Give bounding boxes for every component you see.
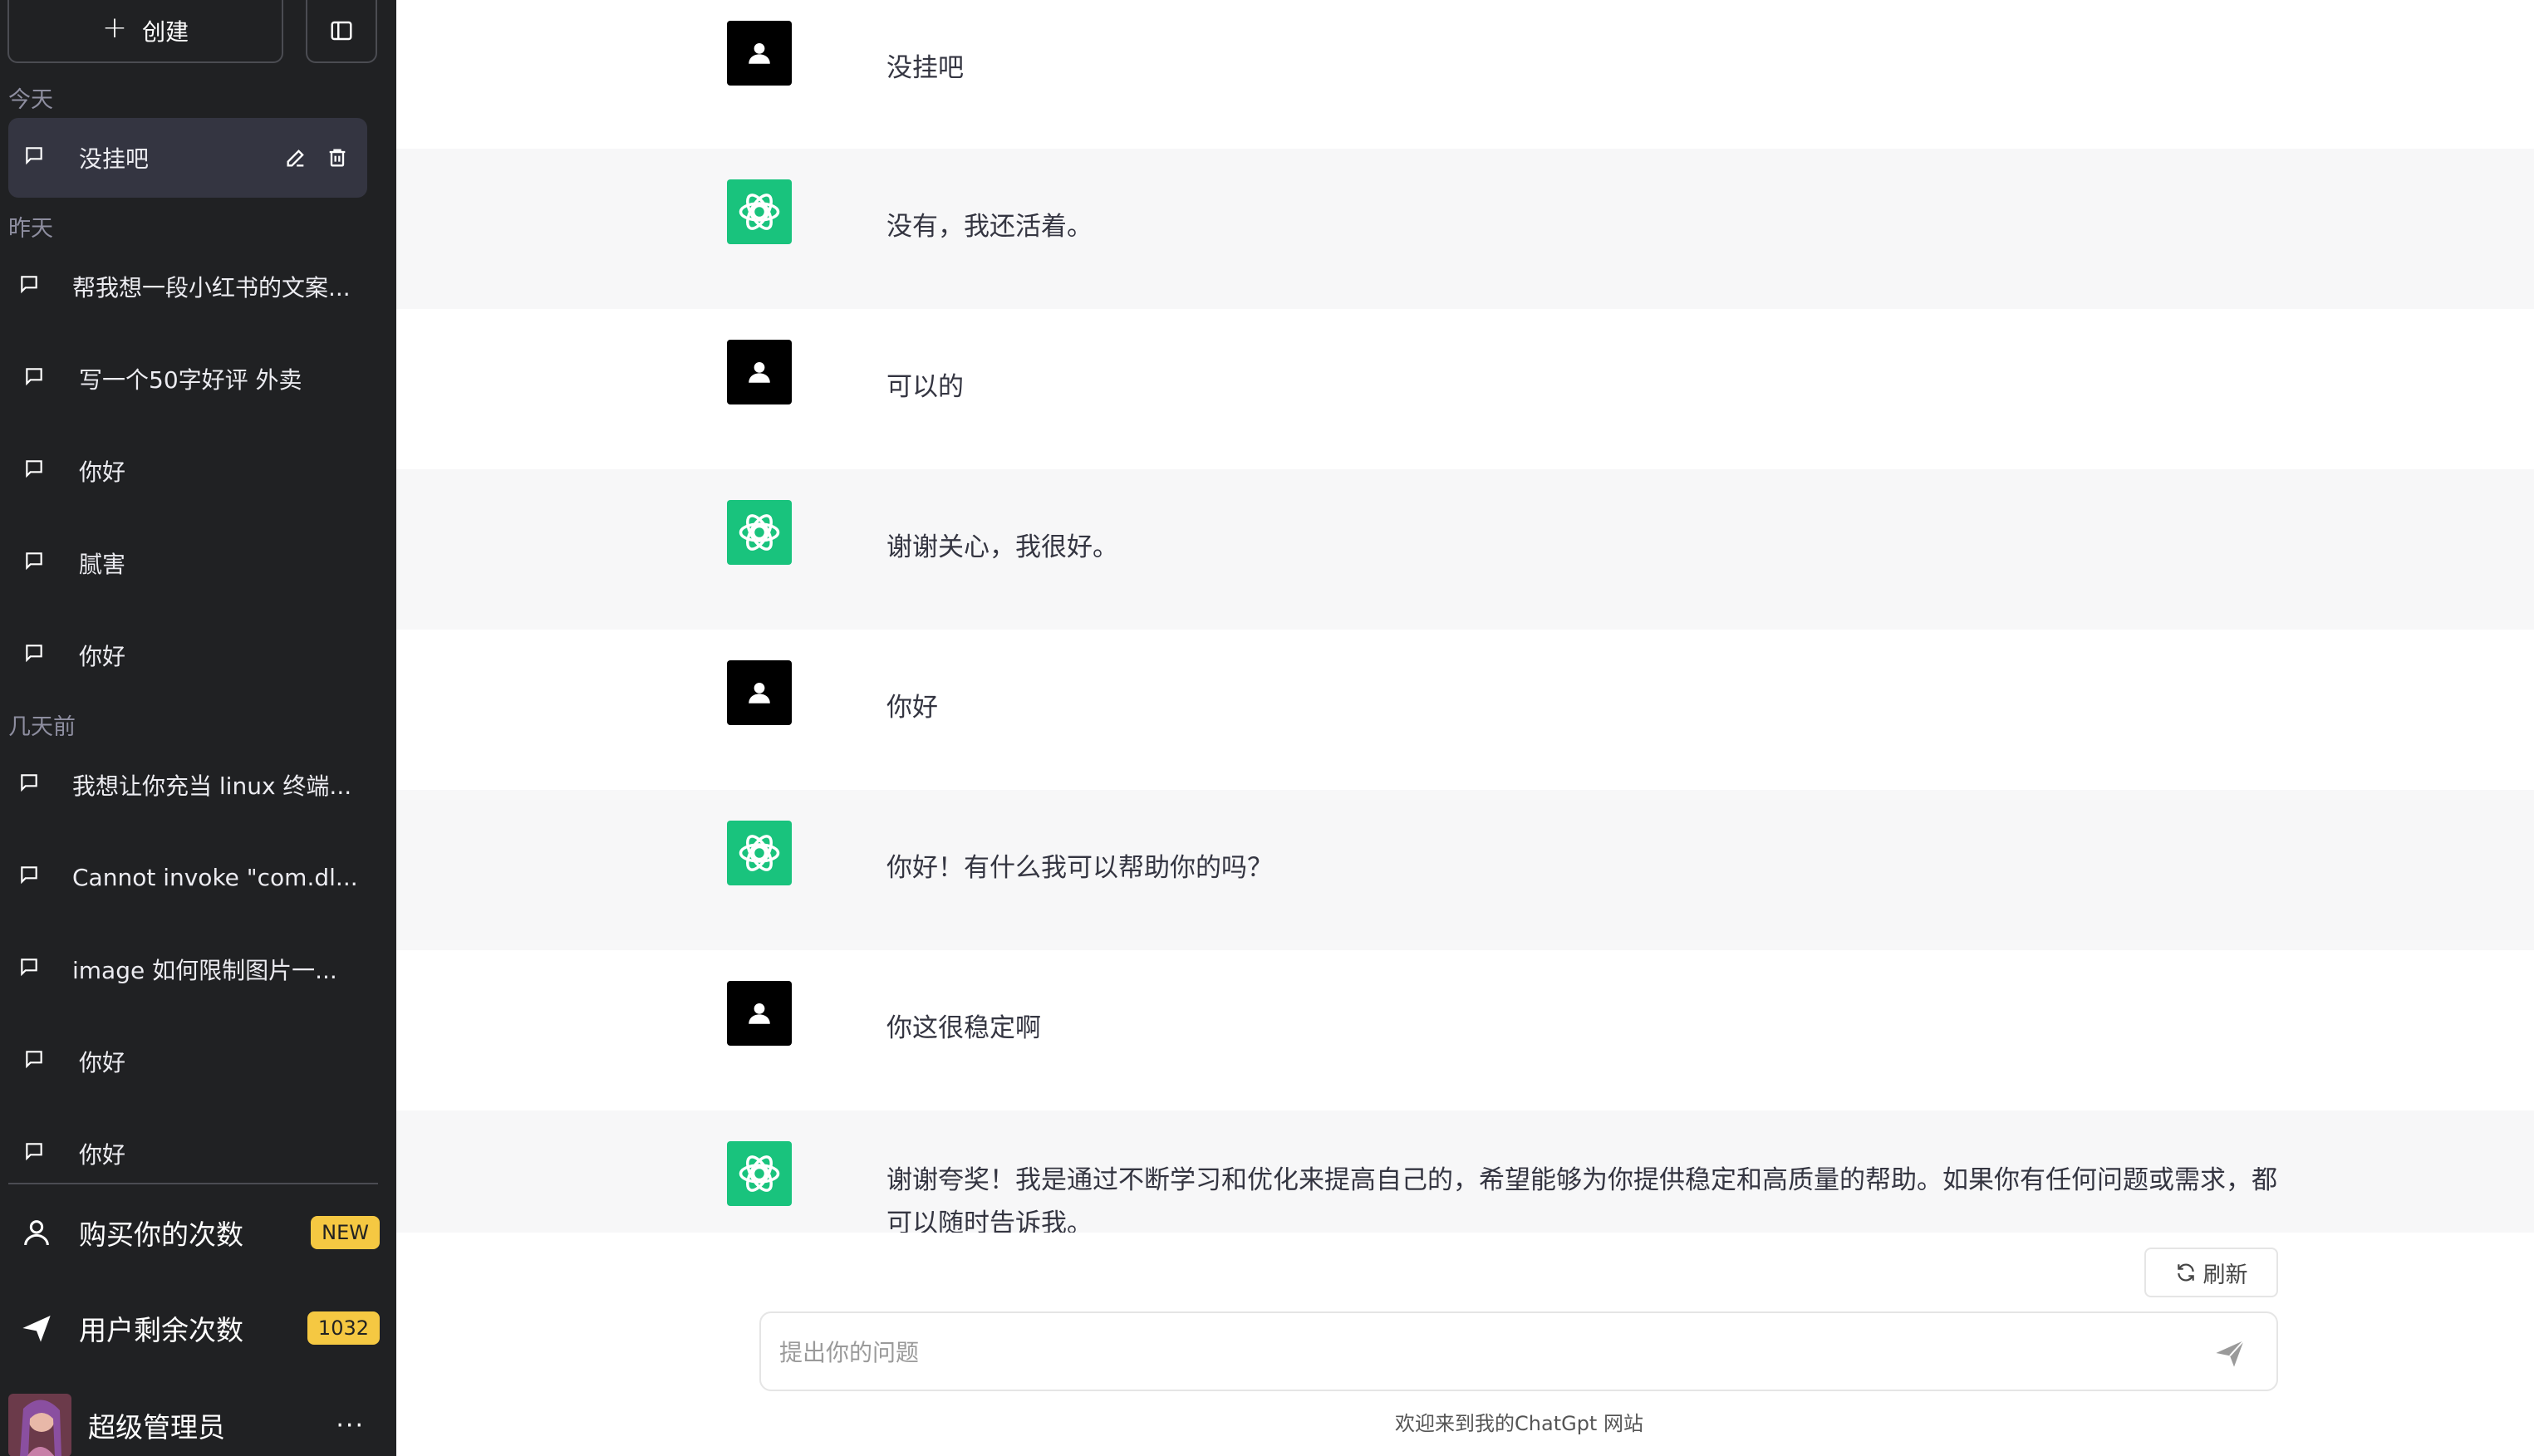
user-profile-item[interactable]: 超级管理员 ··· <box>0 1384 396 1456</box>
question-input[interactable] <box>778 1313 2177 1391</box>
new-badge: NEW <box>311 1216 380 1249</box>
conversation-label: 你好 <box>79 458 126 486</box>
refresh-button[interactable]: 刷新 <box>2144 1248 2278 1297</box>
chat-main: 没挂吧 没有，我还活着。 可以的 谢谢关心，我很好。 你好 你好！有什么我可以帮… <box>396 0 2534 1456</box>
chat-bubble-icon <box>26 147 42 165</box>
group-label-days-ago: 几天前 <box>8 714 76 740</box>
conversation-item[interactable]: 帮我想一段小红书的文案... <box>8 247 367 326</box>
conversation-item[interactable]: 写一个50字好评 外卖 <box>8 339 367 419</box>
message-text: 谢谢夸奖！我是通过不断学习和优化来提高自己的，希望能够为你提供稳定和高质量的帮助… <box>886 1165 2277 1233</box>
conversation-item[interactable]: Cannot invoke "com.dl... <box>8 837 367 917</box>
new-chat-button[interactable]: + 创建 <box>7 0 283 63</box>
conversation-label: Cannot invoke "com.dl... <box>72 863 358 891</box>
message-text: 谢谢关心，我很好。 <box>886 532 1118 562</box>
chat-bubble-icon <box>21 774 37 792</box>
user-icon <box>24 1220 49 1246</box>
message-text: 你好！有什么我可以帮助你的吗？ <box>886 853 1273 883</box>
send-icon[interactable] <box>2213 1336 2247 1370</box>
sidebar: + 创建 今天 没挂吧 昨天 帮我想一段小红书的文案... 写一个50字好评 外… <box>0 0 396 1456</box>
chat-bubble-icon <box>21 276 37 294</box>
conversation-item[interactable]: 你好 <box>8 431 367 511</box>
group-label-today: 今天 <box>8 87 53 113</box>
user-avatar-icon <box>727 21 792 86</box>
message-text: 没有，我还活着。 <box>886 212 1093 242</box>
openai-logo-icon <box>727 500 792 565</box>
plus-icon: + <box>101 11 128 45</box>
edit-icon[interactable] <box>284 146 307 169</box>
conversation-label: image 如何限制图片一... <box>72 957 337 984</box>
user-message: 没挂吧 <box>396 0 2534 160</box>
message-text: 可以的 <box>886 372 964 402</box>
conversation-label: 你好 <box>79 1049 126 1076</box>
group-label-yesterday: 昨天 <box>8 216 53 242</box>
conversation-item[interactable]: 我想让你充当 linux 终端... <box>8 745 367 825</box>
conversation-label: 你好 <box>79 1141 126 1169</box>
question-input-box[interactable] <box>759 1311 2278 1391</box>
conversation-label: 写一个50字好评 外卖 <box>79 366 302 394</box>
conversation-label: 腻害 <box>79 551 126 578</box>
new-chat-label: 创建 <box>142 18 189 46</box>
user-avatar-icon <box>727 660 792 725</box>
assistant-message: 你好！有什么我可以帮助你的吗？ <box>396 790 2534 950</box>
buy-credits-label: 购买你的次数 <box>79 1218 243 1251</box>
assistant-message: 谢谢夸奖！我是通过不断学习和优化来提高自己的，希望能够为你提供稳定和高质量的帮助… <box>396 1110 2534 1233</box>
chat-bubble-icon <box>26 460 42 478</box>
chat-bubble-icon <box>26 645 42 663</box>
openai-logo-icon <box>727 821 792 885</box>
sidebar-toggle-icon <box>331 21 352 41</box>
conversation-item[interactable]: image 如何限制图片一... <box>8 929 367 1009</box>
conversation-label: 帮我想一段小红书的文案... <box>72 274 351 301</box>
chat-bubble-icon <box>26 1143 42 1161</box>
site-footer: 欢迎来到我的ChatGpt 网站 <box>1395 1412 1643 1435</box>
conversation-label: 你好 <box>79 643 126 670</box>
user-name: 超级管理员 <box>88 1411 225 1444</box>
avatar <box>8 1394 71 1456</box>
chat-bubble-icon <box>26 368 42 386</box>
user-message: 可以的 <box>396 309 2534 469</box>
remaining-count-badge: 1032 <box>307 1311 380 1345</box>
refresh-label: 刷新 <box>2203 1262 2248 1288</box>
user-avatar-icon <box>727 340 792 404</box>
message-list[interactable]: 没挂吧 没有，我还活着。 可以的 谢谢关心，我很好。 你好 你好！有什么我可以帮… <box>396 0 2534 1233</box>
conversation-item[interactable]: 腻害 <box>8 523 367 603</box>
message-text: 你这很稳定啊 <box>886 1013 1041 1043</box>
user-message: 你好 <box>396 630 2534 790</box>
conversation-item[interactable]: 你好 <box>8 615 367 695</box>
sidebar-divider <box>8 1183 378 1184</box>
chat-bubble-icon <box>26 552 42 571</box>
send-plane-icon <box>22 1316 51 1342</box>
conversation-item[interactable]: 你好 <box>8 1022 367 1101</box>
openai-logo-icon <box>727 1141 792 1206</box>
assistant-message: 没有，我还活着。 <box>396 149 2534 309</box>
delete-icon[interactable] <box>326 146 349 169</box>
conversation-label: 我想让你充当 linux 终端... <box>72 772 352 800</box>
collapse-sidebar-button[interactable] <box>306 0 377 63</box>
conversation-label: 没挂吧 <box>79 145 150 173</box>
conversation-item[interactable]: 没挂吧 <box>8 118 367 198</box>
assistant-message: 谢谢关心，我很好。 <box>396 469 2534 630</box>
remaining-credits-item[interactable]: 用户剩余次数 1032 <box>0 1287 396 1370</box>
buy-credits-item[interactable]: 购买你的次数 NEW <box>0 1191 396 1274</box>
chat-bubble-icon <box>21 958 37 977</box>
openai-logo-icon <box>727 179 792 244</box>
conversation-item[interactable]: 你好 <box>8 1114 367 1194</box>
chat-bubble-icon <box>21 866 37 885</box>
refresh-icon <box>2177 1263 2194 1282</box>
more-options-icon[interactable]: ··· <box>336 1411 365 1440</box>
message-text: 你好 <box>886 693 938 723</box>
user-avatar-icon <box>727 981 792 1046</box>
user-message: 你这很稳定啊 <box>396 950 2534 1110</box>
chat-bubble-icon <box>26 1051 42 1069</box>
message-text: 没挂吧 <box>886 53 964 83</box>
remaining-credits-label: 用户剩余次数 <box>79 1314 243 1346</box>
